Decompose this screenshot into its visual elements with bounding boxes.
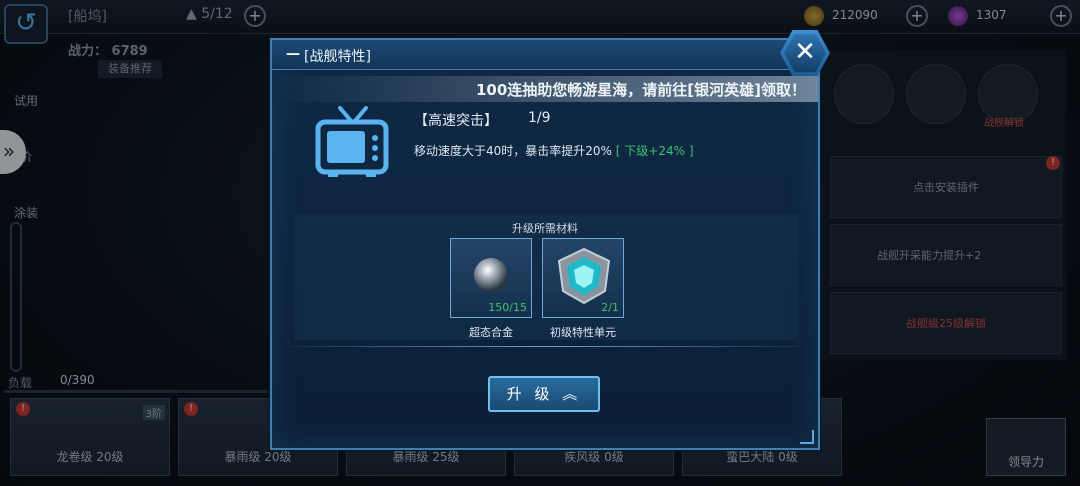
promo-banner[interactable]: 100连抽助您畅游星海，请前往[银河英雄]领取！	[272, 76, 818, 102]
upgrade-button[interactable]: 升 级 ︽	[488, 376, 600, 412]
material-card-trait-unit[interactable]: 2/1	[542, 238, 624, 318]
material-count: 2/1	[601, 301, 619, 314]
double-chevron-up-icon: ︽	[562, 385, 582, 403]
divider	[292, 346, 798, 347]
minus-icon: —	[286, 46, 300, 62]
trait-desc-text: 移动速度大于40时，暴击率提升20%	[414, 144, 612, 158]
modal-header: — [战舰特性]	[272, 40, 818, 70]
material-card-alloy[interactable]: 150/15	[450, 238, 532, 318]
trait-modal: — [战舰特性] 100连抽助您畅游星海，请前往[银河英雄]领取！ 【高速突击】…	[270, 38, 820, 450]
materials-title: 升级所需材料	[512, 222, 578, 235]
material-count: 150/15	[488, 301, 527, 314]
tv-icon	[315, 106, 389, 177]
modal-title: [战舰特性]	[304, 49, 371, 65]
promo-banner-text: 100连抽助您畅游星海，请前往[银河英雄]领取！	[475, 81, 806, 99]
material-name: 超态合金	[469, 326, 513, 339]
trait-next-bonus: [ 下级+24% ]	[615, 144, 694, 158]
trait-description: 移动速度大于40时，暴击率提升20% [ 下级+24% ]	[414, 142, 694, 159]
trait-name: 【高速突击】	[414, 113, 498, 129]
upgrade-label: 升 级	[506, 385, 554, 403]
trait-level: 1/9	[528, 110, 551, 126]
material-name: 初级特性单元	[550, 326, 616, 339]
corner-decoration	[800, 430, 814, 444]
